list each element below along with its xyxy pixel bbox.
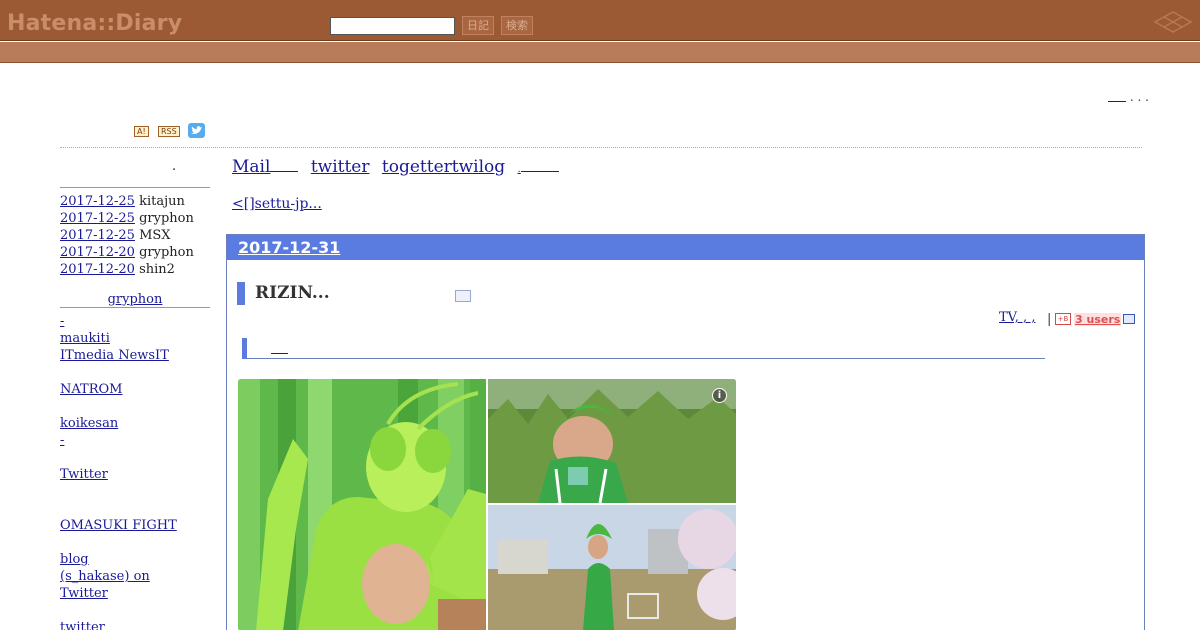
sidebar-link-tail[interactable] <box>108 466 176 478</box>
sidebar-link[interactable]: twitter <box>60 620 105 630</box>
nav-togetter[interactable]: togettertwilog <box>382 157 505 177</box>
entry-title[interactable]: RIZIN... <box>255 283 330 303</box>
recent-user: gryphon <box>139 211 194 226</box>
recent-item: 2017-12-20 gryphon <box>60 244 210 261</box>
recent-divider <box>60 187 210 188</box>
prev-entry-label: <[]settu-jp... <box>232 196 322 212</box>
twitter-icon[interactable] <box>188 123 205 138</box>
recent-item: 2017-12-20 shin2 <box>60 261 210 278</box>
prev-entry-tail <box>322 198 364 208</box>
day-header: 2017-12-31 <box>227 235 1144 260</box>
info-icon[interactable]: i <box>712 388 727 403</box>
sub-heading-link[interactable] <box>271 342 288 354</box>
owner-link[interactable]: gryphon <box>60 291 210 308</box>
recent-user: kitajun <box>139 194 185 209</box>
recent-updates-list: 2017-12-25 kitajun 2017-12-25 gryphon 20… <box>60 193 210 278</box>
bookmark-users-badge[interactable]: 3 users <box>1074 313 1122 326</box>
sidebar-link-tail[interactable] <box>169 347 183 359</box>
recent-item: 2017-12-25 gryphon <box>60 210 210 227</box>
header-sub-bar <box>0 42 1200 63</box>
search-button[interactable]: 検索 <box>501 16 533 35</box>
top-right-trailing: . . . <box>1129 90 1149 104</box>
nav-mail-label: Mail <box>232 157 271 177</box>
sub-heading-bar <box>242 338 247 359</box>
sidebar-link[interactable]: maukiti <box>60 331 110 346</box>
sidebar-link-tail[interactable] <box>118 415 132 427</box>
sidebar-dot: . <box>172 159 177 174</box>
hatena-bookmark-icon[interactable]: +B <box>1055 313 1071 325</box>
top-right-link[interactable] <box>1108 90 1126 102</box>
diary-button[interactable]: 日記 <box>462 16 494 35</box>
sidebar-link[interactable]: blog <box>60 552 89 567</box>
nav-mail[interactable]: Mail <box>232 157 299 177</box>
sidebar-link[interactable]: Twitter <box>60 586 108 601</box>
recent-item: 2017-12-25 MSX <box>60 227 210 244</box>
day-date-link[interactable]: 2017-12-31 <box>238 238 340 257</box>
sidebar-link[interactable]: (s_hakase) on <box>60 569 150 584</box>
entry-categories[interactable]: TV, , , <box>999 310 1035 325</box>
sidebar-link[interactable]: ITmedia NewsIT <box>60 348 169 363</box>
sidebar-link-tail[interactable] <box>64 432 84 444</box>
recent-date-link[interactable]: 2017-12-20 <box>60 245 135 260</box>
sidebar-link[interactable]: Twitter <box>60 467 108 482</box>
hatena-diary-logo[interactable]: Hatena::Diary <box>7 11 182 36</box>
comment-icon[interactable] <box>1123 314 1135 324</box>
rss-badge[interactable]: RSS <box>158 126 180 137</box>
sidebar-link[interactable] <box>60 500 118 514</box>
sidebar-link[interactable] <box>60 364 106 378</box>
hatena-mark-icon[interactable] <box>1153 10 1193 34</box>
prev-entry-link[interactable]: <[]settu-jp... <box>232 196 364 212</box>
recent-date-link[interactable]: 2017-12-25 <box>60 228 135 243</box>
recent-item: 2017-12-25 kitajun <box>60 193 210 210</box>
sidebar-link[interactable] <box>60 398 75 412</box>
recent-user: MSX <box>139 228 171 243</box>
sidebar-link-tail[interactable] <box>64 313 84 325</box>
sidebar-link-tail[interactable] <box>150 568 184 580</box>
recent-date-link[interactable]: 2017-12-20 <box>60 262 135 277</box>
mantis-costume-photo <box>238 379 736 630</box>
owner-divider <box>60 307 210 308</box>
main-nav: Mail twitter togettertwilog . <box>232 157 566 177</box>
recent-date-link[interactable]: 2017-12-25 <box>60 194 135 209</box>
sidebar-link[interactable]: NATROM <box>60 382 122 397</box>
edit-icon[interactable] <box>455 290 471 302</box>
nav-twitter[interactable]: twitter <box>311 157 370 177</box>
recent-user: shin2 <box>139 262 175 277</box>
nav-more[interactable]: . <box>518 157 559 177</box>
entry-title-bar <box>237 282 245 305</box>
sidebar-link[interactable]: koikesan <box>60 416 118 431</box>
entry-sub-heading <box>242 338 1045 359</box>
header-divider <box>60 147 1142 148</box>
recent-user: gryphon <box>139 245 194 260</box>
entry-photo[interactable]: i <box>238 379 736 630</box>
search-input[interactable] <box>330 17 455 35</box>
sidebar-links-list: - maukiti ITmedia NewsIT NATROM koikesan… <box>60 313 210 630</box>
sidebar-link[interactable] <box>60 483 90 497</box>
meta-separator: | <box>1047 312 1052 327</box>
nav-more-tail <box>520 159 559 172</box>
day-section: 2017-12-31 RIZIN... TV, , , | +B 3 users <box>226 234 1145 630</box>
recent-date-link[interactable]: 2017-12-25 <box>60 211 135 226</box>
top-bar: Hatena::Diary 日記 検索 <box>0 0 1200 41</box>
nav-mail-tail <box>270 159 299 172</box>
top-right-links: . . . <box>1108 90 1149 104</box>
antenna-badge[interactable]: A! <box>134 126 149 137</box>
sidebar-link[interactable]: OMASUKI FIGHT <box>60 518 177 533</box>
